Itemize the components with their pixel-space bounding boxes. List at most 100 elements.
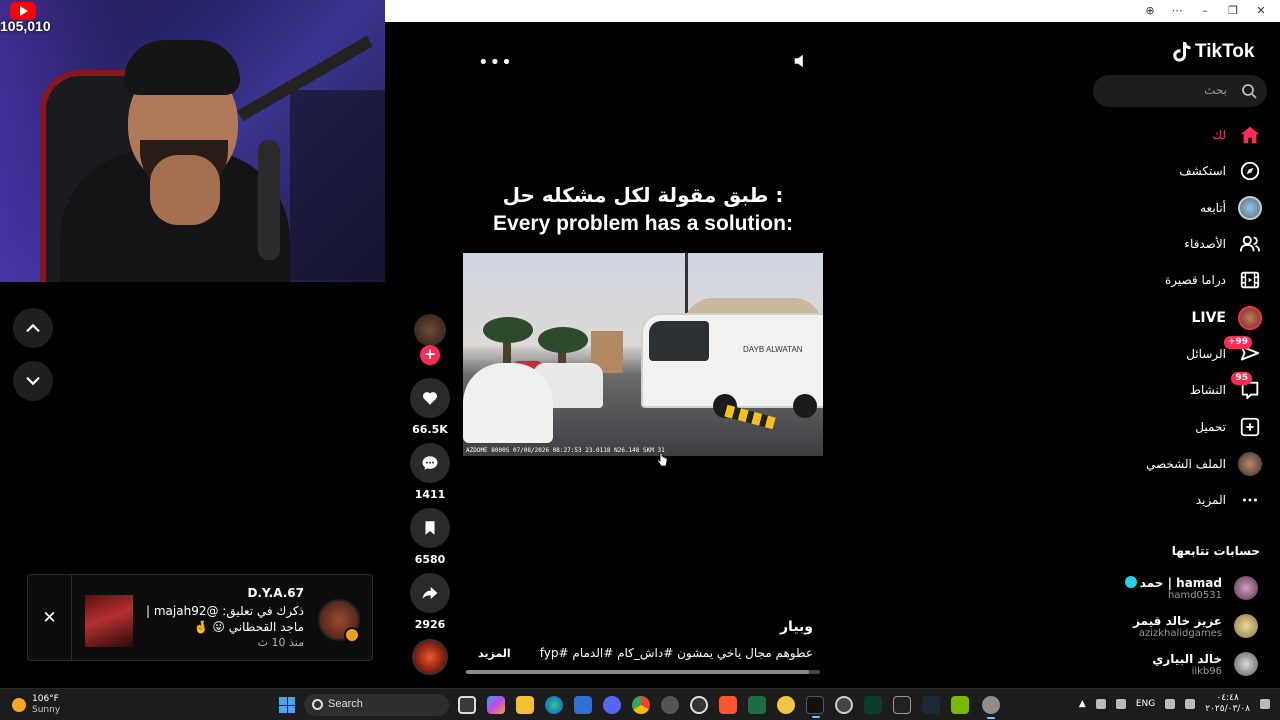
next-video-button[interactable] <box>13 361 53 401</box>
streamer-hand <box>150 155 220 225</box>
messages-icon: +99 <box>1223 336 1262 366</box>
close-notification-icon[interactable]: ✕ <box>28 575 72 660</box>
share-button[interactable] <box>410 573 450 613</box>
file-explorer-icon[interactable] <box>516 696 534 714</box>
clock-date: ٢٠٢٥/٠٣/٠٨ <box>1205 704 1250 714</box>
weather-widget[interactable]: 106°F Sunny <box>12 694 60 716</box>
excel-icon[interactable] <box>748 696 766 714</box>
chevron-up-icon <box>26 323 40 332</box>
discord-icon[interactable] <box>603 696 621 714</box>
minimize-icon[interactable]: – <box>1195 3 1215 19</box>
youtube-viewer-count: 105,010 <box>0 18 51 34</box>
activity-badge: 95 <box>1231 372 1252 385</box>
video-more-options-icon[interactable]: ••• <box>478 52 513 73</box>
edge-icon[interactable] <box>545 696 563 714</box>
tiktok-taskbar-icon[interactable] <box>806 696 824 718</box>
speaker-icon[interactable] <box>792 52 810 70</box>
followed-account[interactable]: خالد البياري iikb96 <box>1152 648 1258 680</box>
search-icon <box>312 699 323 710</box>
settings-icon[interactable] <box>982 696 1000 719</box>
sidebar-item-live[interactable]: LIVE <box>1191 303 1262 333</box>
zoom-icon[interactable]: ⊕ <box>1140 3 1160 19</box>
video-player[interactable]: DAYB ALWATAN AZDOME 8000S 07/08/2026 08:… <box>463 253 823 456</box>
windows-start-icon[interactable] <box>279 697 295 713</box>
verified-icon <box>1124 575 1137 588</box>
followed-account-handle: azizkhalidgames <box>1138 627 1222 639</box>
sidebar-item-following[interactable]: أتابعه <box>1200 193 1262 223</box>
capcut-icon[interactable] <box>893 696 911 714</box>
sidebar-item-profile[interactable]: الملف الشخصي <box>1146 449 1262 479</box>
friends-icon <box>1238 232 1262 256</box>
creator-avatar[interactable] <box>414 314 446 346</box>
microphone-icon[interactable] <box>1115 699 1126 709</box>
bus-label: DAYB ALWATAN <box>743 345 803 354</box>
film-icon <box>1238 268 1262 292</box>
wifi-icon[interactable] <box>1165 699 1176 709</box>
followed-account[interactable]: عزيز خالد قيمز azizkhalidgames <box>1133 610 1258 642</box>
taskbar-search-placeholder: Search <box>328 698 363 710</box>
search-placeholder: بحث <box>1204 83 1227 97</box>
sidebar-item-more[interactable]: المزيد <box>1196 485 1262 515</box>
store-icon[interactable] <box>574 696 592 714</box>
bus-wheel <box>793 394 817 418</box>
sidebar-item-friends[interactable]: الأصدقاء <box>1184 229 1262 259</box>
description-more-link[interactable]: المزيد <box>478 647 511 660</box>
like-button[interactable] <box>410 378 450 418</box>
search-input[interactable]: بحث <box>1093 75 1267 107</box>
chevron-up-icon[interactable]: ▲ <box>1079 699 1086 709</box>
followed-account-name: عزيز خالد قيمز <box>1133 613 1222 628</box>
github-icon[interactable] <box>690 696 708 714</box>
upload-icon <box>1238 415 1262 439</box>
openai-icon[interactable] <box>835 696 853 714</box>
sidebar-item-explore[interactable]: استكشف <box>1179 156 1262 186</box>
chrome-icon[interactable] <box>632 696 650 714</box>
steam-icon[interactable] <box>922 696 940 714</box>
sidebar-item-upload[interactable]: تحميل <box>1195 412 1262 442</box>
close-icon[interactable]: ✕ <box>1251 3 1271 19</box>
sidebar-item-messages[interactable]: الرسائل +99 <box>1186 336 1262 369</box>
palm-fronds <box>483 317 533 343</box>
sidebar-item-label: لك <box>1212 128 1226 142</box>
video-bus: DAYB ALWATAN <box>641 313 823 418</box>
window-menu-icon[interactable]: ⋯ <box>1167 3 1187 19</box>
sidebar-item-short-drama[interactable]: دراما قصيرة <box>1165 265 1262 295</box>
window-titlebar: ⊕ ⋯ – ❐ ✕ <box>385 0 1280 22</box>
video-author[interactable]: وبيار <box>640 619 813 635</box>
previous-video-button[interactable] <box>13 308 53 348</box>
notification-avatar-badge <box>344 627 360 643</box>
language-indicator[interactable]: ENG <box>1136 699 1155 709</box>
notification-video-thumbnail[interactable] <box>85 595 133 647</box>
maximize-icon[interactable]: ❐ <box>1223 3 1243 19</box>
tiktok-note-icon <box>1173 42 1191 62</box>
dashcam-timestamp: AZDOME 8000S 07/08/2026 08:27:53 23.0118… <box>466 447 665 454</box>
emoji-app-icon[interactable] <box>777 696 795 714</box>
search-icon[interactable] <box>1241 83 1257 99</box>
sidebar-item-for-you[interactable]: لك <box>1212 120 1262 150</box>
clock-time: ٠٤:٤٨ <box>1216 693 1239 703</box>
notifications-bell-icon[interactable] <box>1260 699 1270 709</box>
sidebar-item-label: أتابعه <box>1200 201 1226 215</box>
followed-account[interactable]: حمد | hamad hamd0531 <box>1124 572 1258 604</box>
palm-fronds <box>538 327 588 353</box>
mention-notification[interactable]: ✕ D.Y.A.67 ذكرك في تعليق: @majah92 | ماج… <box>27 574 373 661</box>
copilot-icon[interactable] <box>487 696 505 714</box>
music-disc-avatar[interactable] <box>412 639 448 675</box>
brave-icon[interactable] <box>719 696 737 714</box>
nvidia-icon[interactable] <box>951 696 969 714</box>
steam-like-icon[interactable] <box>661 696 679 714</box>
sidebar-item-activity[interactable]: النشاط 95 <box>1190 372 1262 405</box>
notification-muted-icon[interactable] <box>1095 699 1106 709</box>
comment-count: 1411 <box>414 488 446 501</box>
volume-icon[interactable] <box>1185 699 1196 709</box>
video-progress-bar[interactable] <box>466 670 820 674</box>
following-accounts-title: حسابات تتابعها <box>1171 544 1260 558</box>
nvidia-like-icon[interactable] <box>864 696 882 714</box>
task-view-icon[interactable] <box>458 696 476 714</box>
comment-button[interactable] <box>410 443 450 483</box>
taskbar-search-input[interactable]: Search <box>304 694 449 716</box>
sidebar-item-label: المزيد <box>1195 493 1226 507</box>
tiktok-logo[interactable]: TikTok <box>1172 38 1262 66</box>
system-clock[interactable]: ٠٤:٤٨ ٢٠٢٥/٠٣/٠٨ <box>1205 693 1250 715</box>
bookmark-button[interactable] <box>410 508 450 548</box>
follow-button[interactable]: + <box>420 345 440 365</box>
